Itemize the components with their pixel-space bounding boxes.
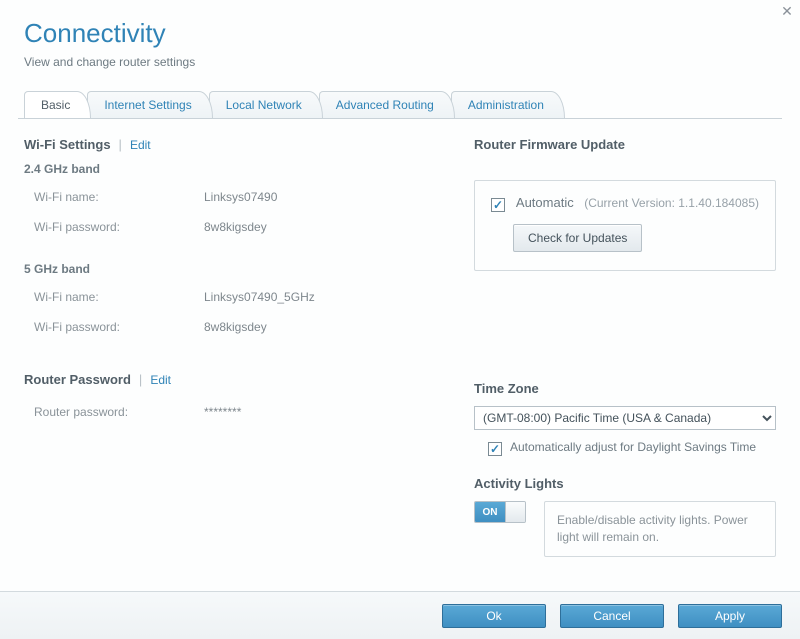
- wifi-24-name-row: Wi-Fi name: Linksys07490: [24, 182, 434, 212]
- right-column: Router Firmware Update Automatic (Curren…: [474, 137, 776, 557]
- footer: Ok Cancel Apply: [0, 591, 800, 639]
- band-5-label: 5 GHz band: [24, 262, 434, 276]
- wifi-section-head: Wi-Fi Settings | Edit: [24, 137, 434, 152]
- router-password-head: Router Password | Edit: [24, 372, 434, 387]
- timezone-select[interactable]: (GMT-08:00) Pacific Time (USA & Canada): [474, 406, 776, 430]
- timezone-dst-checkbox[interactable]: [488, 442, 502, 456]
- activity-title: Activity Lights: [474, 476, 564, 491]
- firmware-title: Router Firmware Update: [474, 137, 625, 152]
- wifi-section-title: Wi-Fi Settings: [24, 137, 111, 152]
- wifi-24-password-row: Wi-Fi password: 8w8kigsdey: [24, 212, 434, 242]
- firmware-row: Automatic (Current Version: 1.1.40.18408…: [491, 195, 759, 210]
- wifi-5-name-value: Linksys07490_5GHz: [204, 290, 315, 304]
- tab-internet-settings[interactable]: Internet Settings: [87, 91, 212, 118]
- wifi-password-label: Wi-Fi password:: [34, 220, 204, 234]
- wifi-5-password-value: 8w8kigsdey: [204, 320, 267, 334]
- divider: |: [139, 372, 142, 387]
- router-password-edit-link[interactable]: Edit: [150, 373, 171, 387]
- wifi-edit-link[interactable]: Edit: [130, 138, 151, 152]
- firmware-auto-label: Automatic: [516, 195, 574, 210]
- wifi-24-password-value: 8w8kigsdey: [204, 220, 267, 234]
- cancel-button[interactable]: Cancel: [560, 604, 664, 628]
- page-title: Connectivity: [24, 18, 776, 49]
- firmware-auto-checkbox[interactable]: [491, 198, 505, 212]
- tab-basic[interactable]: Basic: [24, 91, 91, 118]
- wifi-5-name-row: Wi-Fi name: Linksys07490_5GHz: [24, 282, 434, 312]
- wifi-name-label: Wi-Fi name:: [34, 190, 204, 204]
- timezone-head: Time Zone: [474, 381, 776, 396]
- activity-toggle-on-label: ON: [475, 502, 505, 522]
- tab-advanced-routing[interactable]: Advanced Routing: [319, 91, 455, 118]
- wifi-name-label-5: Wi-Fi name:: [34, 290, 204, 304]
- firmware-box: Automatic (Current Version: 1.1.40.18408…: [474, 180, 776, 271]
- router-password-title: Router Password: [24, 372, 131, 387]
- wifi-password-label-5: Wi-Fi password:: [34, 320, 204, 334]
- firmware-version-text: (Current Version: 1.1.40.184085): [584, 196, 759, 210]
- page-subtitle: View and change router settings: [24, 55, 776, 69]
- ok-button[interactable]: Ok: [442, 604, 546, 628]
- apply-button[interactable]: Apply: [678, 604, 782, 628]
- check-updates-button[interactable]: Check for Updates: [513, 224, 642, 252]
- timezone-title: Time Zone: [474, 381, 539, 396]
- router-password-value: ********: [204, 405, 241, 419]
- router-password-row: Router password: ********: [24, 397, 434, 427]
- router-password-label: Router password:: [34, 405, 204, 419]
- tab-bar: Basic Internet Settings Local Network Ad…: [18, 91, 782, 119]
- activity-toggle[interactable]: ON: [474, 501, 526, 523]
- timezone-dst-row: Automatically adjust for Daylight Saving…: [474, 440, 776, 454]
- activity-row: ON Enable/disable activity lights. Power…: [474, 501, 776, 557]
- wifi-5-password-row: Wi-Fi password: 8w8kigsdey: [24, 312, 434, 342]
- firmware-auto-wrap: Automatic: [491, 195, 574, 210]
- close-icon[interactable]: ✕: [780, 4, 794, 18]
- tab-local-network[interactable]: Local Network: [209, 91, 323, 118]
- activity-description: Enable/disable activity lights. Power li…: [544, 501, 776, 557]
- content: Wi-Fi Settings | Edit 2.4 GHz band Wi-Fi…: [0, 119, 800, 557]
- divider: |: [119, 137, 122, 152]
- page-header: Connectivity View and change router sett…: [0, 0, 800, 91]
- left-column: Wi-Fi Settings | Edit 2.4 GHz band Wi-Fi…: [24, 137, 434, 557]
- wifi-24-name-value: Linksys07490: [204, 190, 277, 204]
- firmware-head: Router Firmware Update: [474, 137, 776, 152]
- timezone-dst-label: Automatically adjust for Daylight Saving…: [510, 440, 756, 454]
- activity-toggle-knob: [505, 502, 526, 522]
- band-24-label: 2.4 GHz band: [24, 162, 434, 176]
- tab-administration[interactable]: Administration: [451, 91, 565, 118]
- activity-head: Activity Lights: [474, 476, 776, 491]
